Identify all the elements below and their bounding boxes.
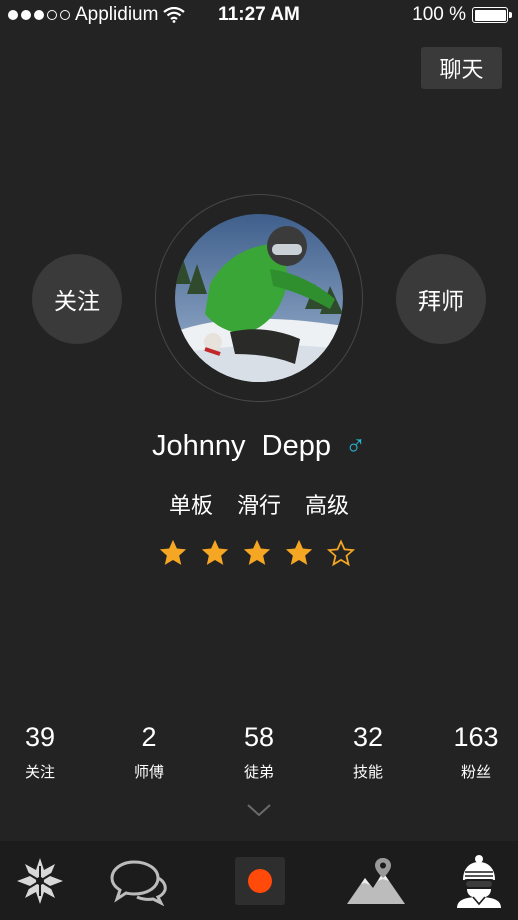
stat-label: 徒弟 [243, 764, 274, 781]
tab-profile[interactable] [450, 841, 508, 920]
stat-label: 粉丝 [460, 764, 491, 781]
snowboarder-photo [175, 214, 343, 382]
mountain-pin-icon [347, 857, 405, 904]
stat-label: 技能 [352, 764, 383, 781]
rating-stars [158, 538, 356, 568]
tab-messages[interactable] [106, 841, 170, 920]
profile-name: Johnny Depp ♂ [0, 430, 518, 463]
chevron-down-icon[interactable] [246, 802, 272, 818]
profile-avatar[interactable] [175, 214, 343, 382]
status-bar: Applidium 11:27 AM 100 % [0, 0, 518, 32]
tab-record[interactable] [234, 841, 286, 920]
stat-value: 32 [352, 722, 384, 752]
star-filled-icon [243, 539, 271, 565]
tag-level: 高级 [305, 493, 350, 518]
stat-value: 163 [453, 722, 499, 752]
star-empty-icon [326, 539, 356, 567]
tag-board-type: 单板 [168, 493, 213, 518]
last-name: Depp [261, 430, 331, 462]
stat-following[interactable]: 39 关注 [0, 722, 85, 782]
stat-apprentices[interactable]: 58 徒弟 [214, 722, 304, 782]
tab-bar [0, 841, 518, 920]
stat-value: 2 [141, 722, 157, 752]
apprentice-button[interactable]: 拜师 [396, 254, 486, 344]
tab-snowflake[interactable] [10, 841, 70, 920]
chat-button[interactable]: 聊天 [421, 47, 502, 89]
record-icon [248, 868, 272, 893]
record-button [235, 856, 285, 905]
stat-fans[interactable]: 163 粉丝 [431, 722, 518, 782]
star-filled-icon [159, 539, 187, 565]
stat-skills[interactable]: 32 技能 [323, 722, 413, 782]
battery-percentage: 100 % [412, 4, 466, 25]
stat-masters[interactable]: 2 师傅 [104, 722, 194, 782]
star-filled-icon [201, 539, 229, 565]
first-name: Johnny [151, 430, 246, 462]
follow-button[interactable]: 关注 [32, 254, 122, 344]
snowflake-icon [17, 857, 63, 904]
skill-tags: 单板 滑行 高级 [0, 488, 518, 520]
profile-avatar-icon [457, 854, 501, 908]
battery-icon [472, 7, 512, 23]
stat-label: 关注 [24, 764, 55, 781]
tab-map[interactable] [344, 841, 408, 920]
chat-bubbles-icon [110, 859, 167, 906]
status-right: 100 % [412, 4, 512, 26]
stat-value: 58 [243, 722, 275, 752]
star-filled-icon [285, 539, 313, 565]
tag-style: 滑行 [236, 493, 281, 518]
stat-label: 师傅 [133, 764, 164, 781]
stat-value: 39 [24, 722, 56, 752]
male-gender-icon: ♂ [345, 430, 367, 461]
